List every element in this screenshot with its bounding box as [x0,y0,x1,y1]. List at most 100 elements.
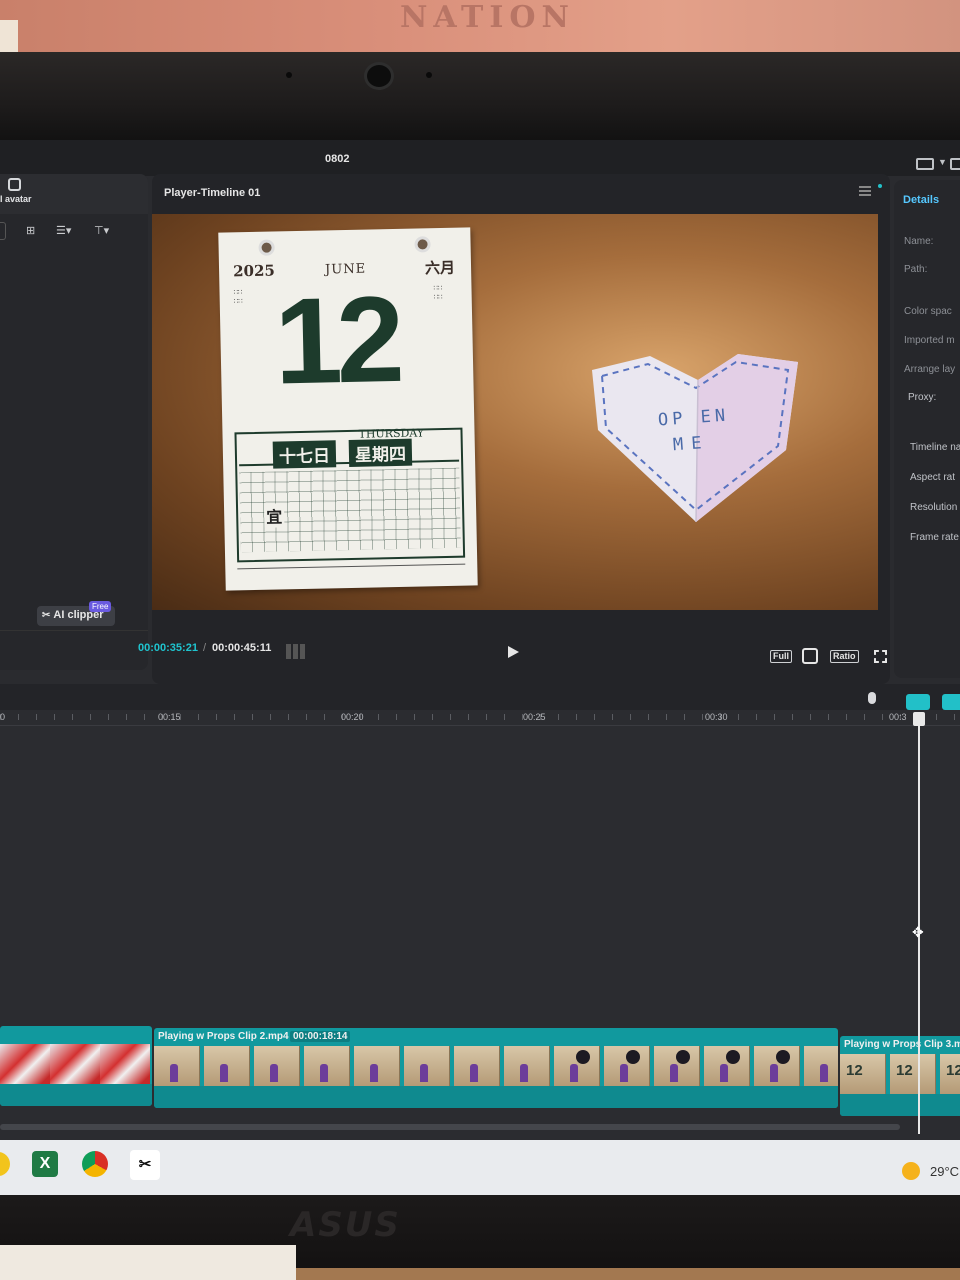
prop-icon [626,1050,640,1064]
figure-icon [220,1064,228,1082]
clip-thumbnail [504,1046,550,1086]
clip-thumbnail [154,1046,200,1086]
weather-temperature[interactable]: 29°C [930,1164,959,1179]
webcam-icon [364,62,394,90]
figure-icon [270,1064,278,1082]
calendar-page: 2025 JUNE 六月 12 ∷∷ ∷∷ ∷∷ ∷∷ 十七日 THURSDAY 星… [218,227,478,591]
layout-icon[interactable] [916,158,934,170]
move-cursor-icon: ✥ [912,924,924,940]
player-panel: Player-Timeline 01 2025 JUNE 六月 12 ∷∷ ∷∷ … [138,174,890,684]
microphone-icon[interactable] [868,692,876,704]
snap-button[interactable] [942,694,960,710]
clip-duration: 00:00:18:14 [290,1031,351,1042]
fullscreen-icon[interactable] [874,650,887,663]
figure-icon [170,1064,178,1082]
clip-thumbnail [804,1046,838,1086]
ruler-ticks [0,714,960,720]
detail-arrange-layers: Arrange lay [904,364,956,375]
clip-previous[interactable] [0,1026,152,1106]
filter-icon[interactable]: ⊤▾ [94,224,109,237]
weather-sun-icon[interactable] [902,1162,920,1180]
clip-audio-strip [0,1084,152,1106]
figure-icon [370,1064,378,1082]
detail-imported: Imported m [904,335,955,346]
capcut-icon[interactable]: ✂ [130,1150,160,1180]
grid-view-icon[interactable]: ⊞ [26,224,35,237]
clip-thumbnail [50,1044,100,1084]
total-time: 00:00:45:11 [212,642,272,654]
figure-icon [320,1064,328,1082]
playhead-handle[interactable] [913,712,925,726]
calendar-thumb-number: 12 [846,1062,863,1079]
calendar-footer [237,563,466,581]
tick-label: 0 [0,712,6,722]
clip-thumbnail [404,1046,450,1086]
clip-thumbnails [154,1046,838,1086]
project-title: 0802 [325,153,350,165]
chrome-profile-icon[interactable] [82,1151,108,1177]
details-title[interactable]: Details [903,194,939,206]
search-input[interactable] [0,222,6,240]
clip-thumbnail [304,1046,350,1086]
calendar-auspicious: 宜 [263,503,285,528]
video-preview[interactable]: 2025 JUNE 六月 12 ∷∷ ∷∷ ∷∷ ∷∷ 十七日 THURSDAY 星… [152,214,878,610]
excel-icon[interactable]: X [32,1151,58,1177]
figure-icon [720,1064,728,1082]
media-toolbar: ⊞ ☰▾ ⊤▾ [0,222,148,242]
status-dot [878,184,882,188]
desk-paper [0,1245,296,1280]
taskbar: X ✂ 29°C [0,1140,960,1195]
sort-icon[interactable]: ☰▾ [56,224,71,237]
clip-name: Playing w Props Clip 2.mp4 [158,1031,289,1042]
waveform-icon[interactable] [286,644,306,659]
clip-thumbnails [0,1044,152,1084]
full-quality-button[interactable]: Full [770,650,792,663]
ai-avatar-icon[interactable] [8,178,21,191]
calendar-day: 12 [273,270,400,410]
clip-playing-w-props-3[interactable]: Playing w Props Clip 3.mp 12 12 12 [840,1036,960,1116]
figure-icon [470,1064,478,1082]
clip-thumbnail [454,1046,500,1086]
desk-surface [296,1268,960,1280]
detail-color-space: Color spac [904,306,952,317]
clip-thumbnail [204,1046,250,1086]
zoom-fit-icon[interactable] [802,648,818,664]
figure-icon [420,1064,428,1082]
clip-playing-w-props-2[interactable]: Playing w Props Clip 2.mp4 00:00:18:14 [154,1028,838,1108]
media-panel-header: I avatar [0,174,148,214]
tick-label: 00:20 [341,712,364,722]
media-panel-footer [0,630,148,670]
detail-name: Name: [904,236,934,247]
chevron-down-icon[interactable]: ▼ [938,157,947,167]
clip-thumbnail [754,1046,800,1086]
calendar-fine-print: ∷∷ ∷∷ [233,289,243,306]
ai-avatar-tab[interactable]: I avatar [0,194,32,204]
free-badge: Free [89,601,112,612]
title-bar: 0802 ▼ [0,140,960,176]
chrome-icon[interactable] [0,1152,10,1176]
prop-icon [776,1050,790,1064]
details-panel: Details Name: Path: Color spac Imported … [894,180,960,678]
note-text-line2: ME [672,432,711,456]
wall-object [0,20,18,52]
clip-name: Playing w Props Clip 3.mp [844,1039,960,1050]
time-separator: / [203,642,207,654]
timeline-panel: 0 00:15 00:20 00:25 00:30 00:3 Playing w… [0,684,960,1144]
tick-label: 00:3 [889,712,907,722]
calendar-hole [258,239,275,256]
play-button[interactable] [508,646,519,658]
ratio-button[interactable]: Ratio [830,650,859,663]
asus-logo: ASUS [290,1205,401,1245]
clip-thumbnail [0,1044,50,1084]
menu-icon[interactable] [859,186,871,196]
link-clips-button[interactable] [906,694,930,710]
scissors-icon: ✂ [42,610,51,621]
panel-icon[interactable] [950,158,960,170]
timeline-scrollbar[interactable] [0,1124,900,1130]
clip-thumbnail [704,1046,750,1086]
clip-thumbnail: 12 [840,1054,886,1094]
clip-thumbnails: 12 12 12 [840,1054,960,1094]
wall-lettering: NATION [400,0,575,35]
calendar-lunar-day: 十七日 [272,440,337,469]
laptop-bezel-top [0,52,960,144]
